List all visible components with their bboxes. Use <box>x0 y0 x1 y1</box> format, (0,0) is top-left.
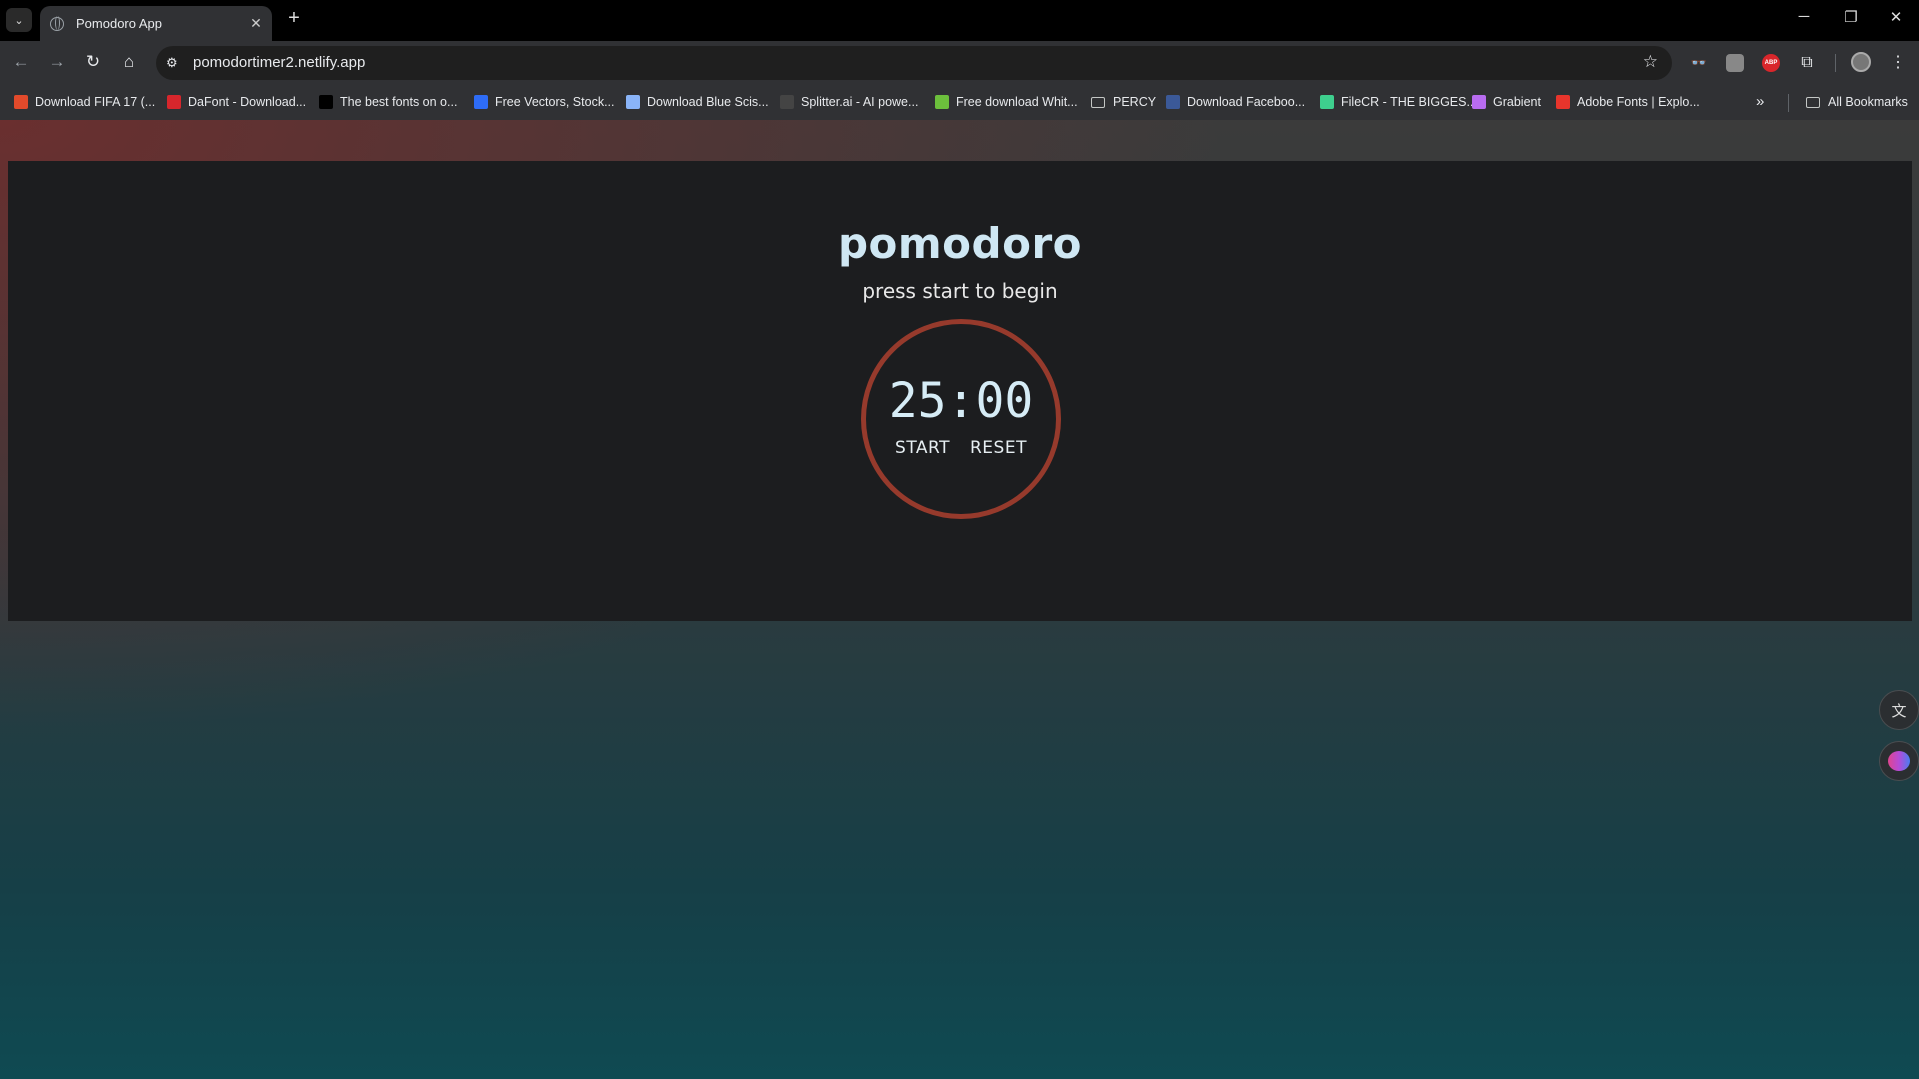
bookmark-item[interactable]: PERCY <box>1091 95 1156 109</box>
new-tab-button[interactable]: + <box>282 7 306 30</box>
active-tab[interactable]: Pomodoro App ✕ <box>40 6 272 41</box>
filecr-icon <box>1320 95 1334 109</box>
page-background: pomodoro press start to begin 25:00 STAR… <box>0 120 1919 1079</box>
bookmark-label: Download Faceboo... <box>1187 95 1306 109</box>
close-window-button[interactable]: ✕ <box>1881 8 1911 26</box>
status-message: press start to begin <box>862 279 1058 303</box>
splitter-icon <box>780 95 794 109</box>
glasses-extension-icon[interactable]: 👓 <box>1690 54 1708 72</box>
all-bookmarks[interactable]: All Bookmarks <box>1806 95 1908 109</box>
extensions-puzzle-icon[interactable]: ⧉ <box>1798 54 1816 72</box>
timer-controls: START RESET <box>866 438 1056 458</box>
brain-extension-button[interactable] <box>1879 741 1919 781</box>
bookmark-label: Free Vectors, Stock... <box>495 95 615 109</box>
address-bar[interactable]: ⚙ pomodortimer2.netlify.app ☆ <box>156 46 1672 80</box>
time-display: 25:00 <box>888 373 1034 429</box>
restore-button[interactable]: ❐ <box>1836 8 1866 26</box>
tab-search-button[interactable]: ⌄ <box>6 8 32 32</box>
bookmark-item[interactable]: Splitter.ai - AI powe... <box>780 95 918 109</box>
site-info-icon[interactable]: ⚙ <box>166 55 182 71</box>
all-bookmarks-label: All Bookmarks <box>1828 95 1908 109</box>
bookmark-item[interactable]: FileCR - THE BIGGES... <box>1320 95 1477 109</box>
bookmark-label: Download FIFA 17 (... <box>35 95 156 109</box>
bookmark-item[interactable]: DaFont - Download... <box>167 95 306 109</box>
bookmark-label: The best fonts on o... <box>340 95 458 109</box>
timer-ring: 25:00 START RESET <box>861 319 1061 519</box>
forward-button[interactable]: → <box>45 52 69 72</box>
scissors-icon <box>626 95 640 109</box>
home-button[interactable]: ⌂ <box>117 52 141 72</box>
bookmark-item[interactable]: Free download Whit... <box>935 95 1078 109</box>
bookmarks-bar: » All Bookmarks Download FIFA 17 (... DaF… <box>0 86 1919 120</box>
tab-bar: ⌄ Pomodoro App ✕ + ─ ❐ ✕ <box>0 0 1919 41</box>
adobe-icon <box>1556 95 1570 109</box>
freepik-icon <box>474 95 488 109</box>
translate-icon[interactable]: 文 <box>1879 690 1919 730</box>
browser-menu-icon[interactable]: ⋮ <box>1890 52 1906 72</box>
bookmark-label: Adobe Fonts | Explo... <box>1577 95 1700 109</box>
folder-icon <box>1806 96 1820 108</box>
brain-icon <box>1888 751 1910 771</box>
globe-icon <box>50 15 64 31</box>
grabient-icon <box>1472 95 1486 109</box>
bookmark-item[interactable]: Free Vectors, Stock... <box>474 95 615 109</box>
minimize-button[interactable]: ─ <box>1789 8 1819 25</box>
leaf-icon <box>935 95 949 109</box>
more-bookmarks-icon[interactable]: » <box>1756 93 1764 110</box>
reload-button[interactable]: ↻ <box>81 52 105 72</box>
bookmark-label: Grabient <box>1493 95 1541 109</box>
start-button[interactable]: START <box>895 438 950 458</box>
bookmark-item[interactable]: Download Blue Scis... <box>626 95 769 109</box>
extension-icon[interactable] <box>1726 54 1744 72</box>
profile-avatar[interactable] <box>1851 52 1871 72</box>
close-tab-icon[interactable]: ✕ <box>246 15 266 32</box>
app-title: pomodoro <box>837 219 1083 268</box>
bookmark-label: Splitter.ai - AI powe... <box>801 95 919 109</box>
dafont-icon <box>167 95 181 109</box>
bookmark-label: Download Blue Scis... <box>647 95 769 109</box>
pomodoro-card: pomodoro press start to begin 25:00 STAR… <box>8 161 1912 621</box>
bookmark-item[interactable]: The best fonts on o... <box>319 95 457 109</box>
reset-button[interactable]: RESET <box>970 438 1027 458</box>
font-a-icon <box>319 95 333 109</box>
facebook-icon <box>1166 95 1180 109</box>
bookmark-item[interactable]: Download Faceboo... <box>1166 95 1305 109</box>
browser-toolbar: ← → ↻ ⌂ ⚙ pomodortimer2.netlify.app ☆ 👓 … <box>0 41 1919 86</box>
x-icon <box>14 95 28 109</box>
toolbar-divider <box>1835 54 1836 72</box>
adblock-icon[interactable]: ABP <box>1762 54 1780 72</box>
bookmarks-divider <box>1788 94 1789 112</box>
url-text[interactable]: pomodortimer2.netlify.app <box>193 54 365 71</box>
bookmark-item[interactable]: Download FIFA 17 (... <box>14 95 155 109</box>
tab-title: Pomodoro App <box>76 16 163 31</box>
bookmark-label: PERCY <box>1113 95 1157 109</box>
bookmark-item[interactable]: Grabient <box>1472 95 1541 109</box>
back-button[interactable]: ← <box>9 52 33 72</box>
bookmark-label: DaFont - Download... <box>188 95 307 109</box>
folder-icon <box>1091 96 1105 108</box>
bookmark-label: Free download Whit... <box>956 95 1078 109</box>
bookmark-label: FileCR - THE BIGGES... <box>1341 95 1477 109</box>
bookmark-star-icon[interactable]: ☆ <box>1643 52 1658 72</box>
bookmark-item[interactable]: Adobe Fonts | Explo... <box>1556 95 1700 109</box>
